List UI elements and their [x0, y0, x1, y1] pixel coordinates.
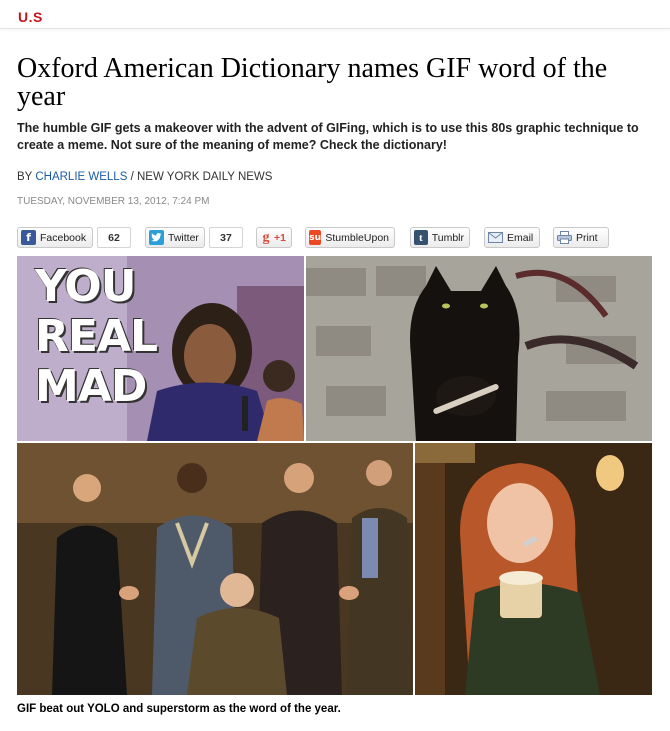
email-label: Email [507, 231, 534, 244]
meme-text-line: REAL [35, 311, 158, 362]
byline-prefix: BY [17, 171, 33, 183]
envelope-icon [488, 230, 503, 245]
google-plus-button[interactable]: g +1 [256, 227, 292, 248]
ice-cream-woman-tile [415, 443, 652, 695]
publish-date: TUESDAY, NOVEMBER 13, 2012, 7:24 PM [17, 196, 210, 207]
section-header: U.S [0, 0, 670, 30]
tumblr-label: Tumblr [431, 231, 464, 244]
printer-icon [557, 230, 572, 245]
facebook-share-button[interactable]: f Facebook [17, 227, 93, 248]
google-plus-icon: g [262, 229, 270, 245]
section-divider [0, 28, 670, 29]
meme-text-line: YOU [35, 261, 136, 312]
tumblr-icon: t [414, 230, 428, 245]
facebook-count: 62 [97, 227, 131, 248]
stumbleupon-label: StumbleUpon [325, 231, 389, 244]
meme-text-line: MAD [35, 361, 147, 412]
cat-tile [306, 256, 652, 441]
share-toolbar: f Facebook 62 Twitter 37 g +1 su Stumble… [17, 227, 657, 249]
meme-text: YOU REAL MAD [35, 261, 158, 412]
facebook-icon: f [21, 230, 36, 245]
author-link[interactable]: CHARLIE WELLS [35, 171, 127, 183]
google-plus-label: +1 [274, 231, 286, 244]
print-button[interactable]: Print [553, 227, 609, 248]
clapping-men-tile [17, 443, 413, 695]
twitter-share-button[interactable]: Twitter [145, 227, 205, 248]
meme-tile-you-real-mad: YOU REAL MAD [17, 256, 304, 441]
facebook-label: Facebook [40, 231, 87, 244]
print-label: Print [576, 231, 598, 244]
email-button[interactable]: Email [484, 227, 540, 248]
photo-caption: GIF beat out YOLO and superstorm as the … [17, 703, 341, 715]
twitter-count: 37 [209, 227, 243, 248]
byline-separator: / [127, 171, 137, 183]
article-dek: The humble GIF gets a makeover with the … [17, 121, 639, 152]
article-headline: Oxford American Dictionary names GIF wor… [17, 53, 608, 112]
gif-collage-image: YOU REAL MAD [17, 256, 652, 695]
twitter-icon [149, 230, 164, 245]
outlet-name: NEW YORK DAILY NEWS [136, 171, 273, 183]
stumbleupon-icon: su [309, 230, 322, 245]
tumblr-button[interactable]: t Tumblr [410, 227, 470, 248]
section-label[interactable]: U.S [18, 9, 43, 25]
twitter-label: Twitter [168, 231, 199, 244]
stumbleupon-button[interactable]: su StumbleUpon [305, 227, 395, 248]
byline: BY CHARLIE WELLS / NEW YORK DAILY NEWS [17, 171, 272, 183]
